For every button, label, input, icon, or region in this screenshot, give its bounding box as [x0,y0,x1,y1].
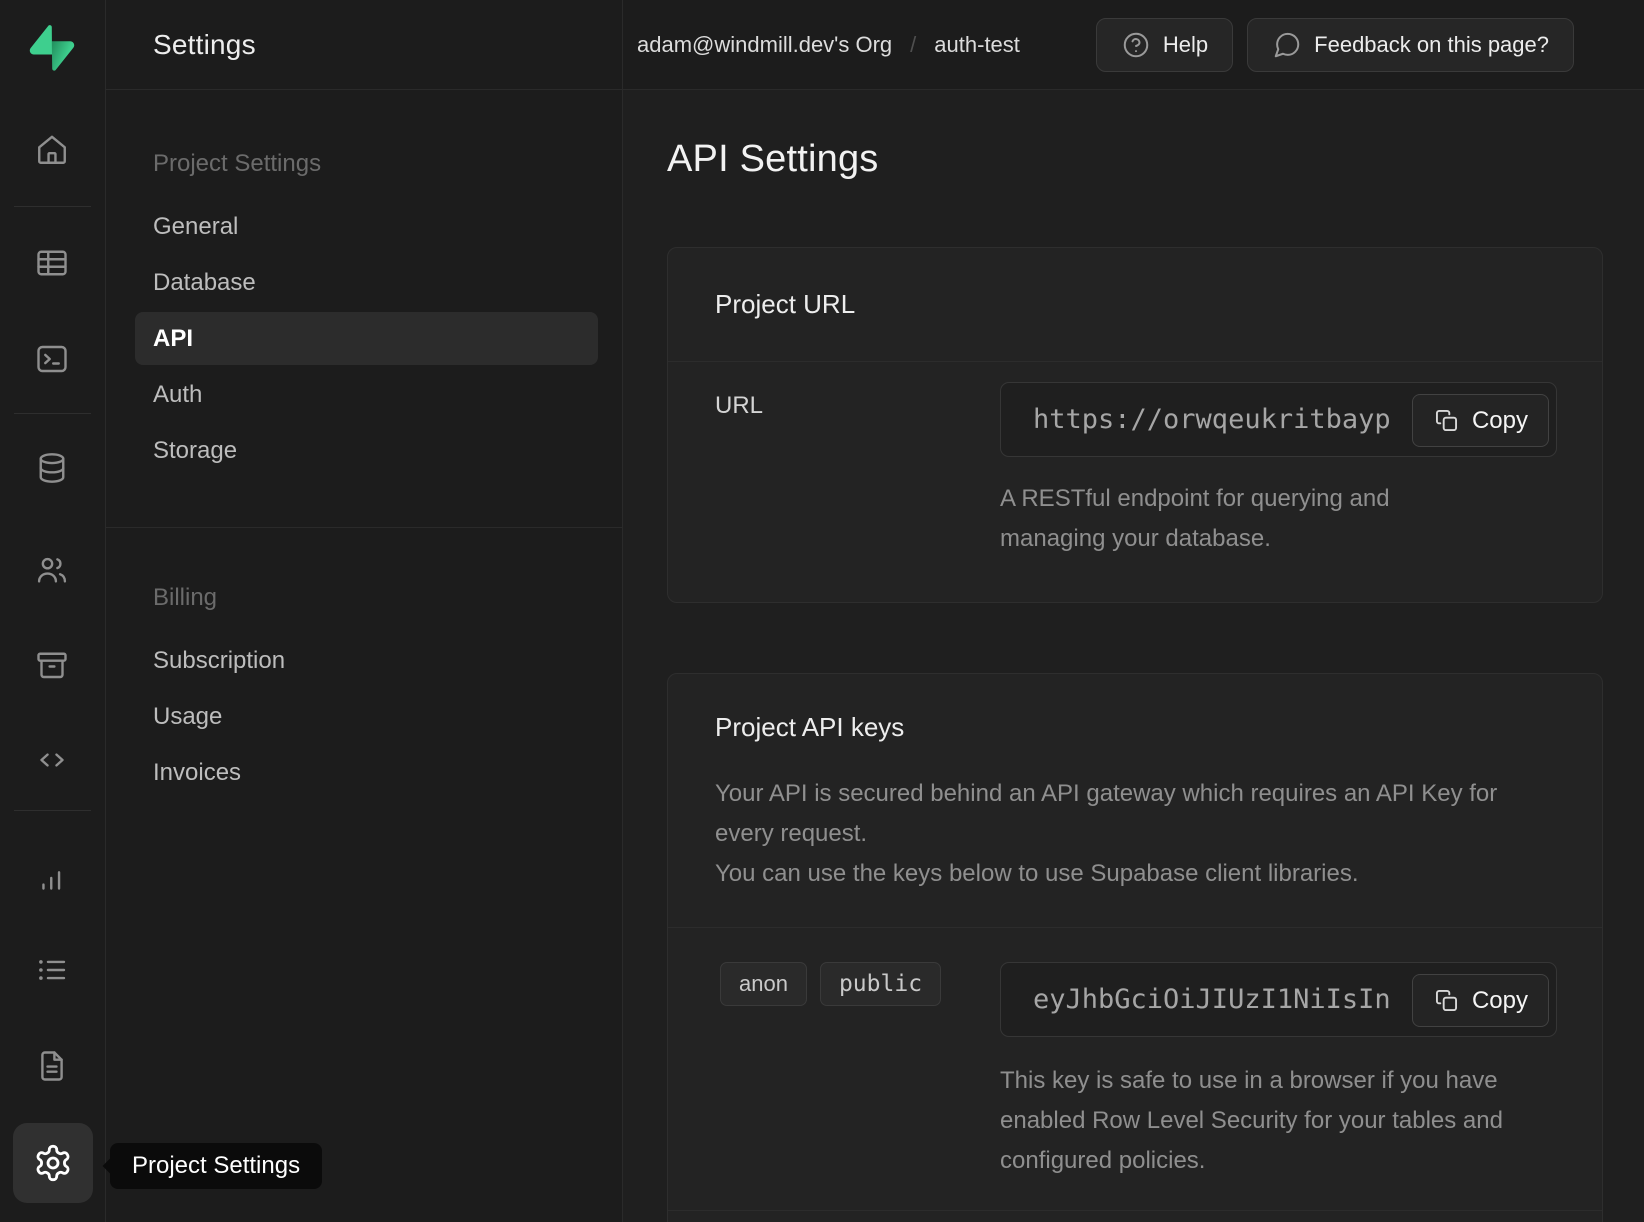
card-divider [668,927,1602,928]
copy-anon-key-button[interactable]: Copy [1412,974,1549,1027]
project-url-card-title: Project URL [715,289,855,320]
sidebar-divider [105,527,622,528]
project-url-description: A RESTful endpoint for querying and mana… [1000,479,1470,559]
anon-badge: anon [720,962,807,1006]
breadcrumb-separator: / [910,32,916,58]
sidebar-item-api[interactable]: API [135,312,598,365]
url-label: URL [715,392,763,420]
copy-url-label: Copy [1472,407,1528,435]
anon-key-description: This key is safe to use in a browser if … [1000,1061,1520,1181]
reports-icon[interactable] [34,860,70,896]
main-header: adam@windmill.dev's Org / auth-test Help [622,0,1644,90]
breadcrumb-org[interactable]: adam@windmill.dev's Org [637,32,892,58]
help-button[interactable]: Help [1096,18,1233,72]
sidebar-item-storage[interactable]: Storage [135,424,598,477]
anon-key-field[interactable]: eyJhbGciOiJIUzI1NiIsIn Copy [1000,962,1557,1037]
page-title: API Settings [667,138,879,181]
sidebar-item-usage[interactable]: Usage [135,690,598,743]
rail-divider [14,413,91,414]
copy-url-button[interactable]: Copy [1412,394,1549,447]
api-keys-card-title: Project API keys [715,712,904,743]
sidebar-item-subscription[interactable]: Subscription [135,634,598,687]
icon-rail [0,0,106,1222]
help-circle-icon [1121,30,1151,60]
anon-key-value: eyJhbGciOiJIUzI1NiIsIn [1033,984,1391,1015]
project-settings-tooltip: Project Settings [110,1143,322,1189]
copy-icon [1433,987,1460,1014]
public-badge: public [820,962,941,1006]
settings-gear-icon [33,1143,73,1183]
database-icon[interactable] [34,450,70,486]
api-keys-card: Project API keys Your API is secured beh… [667,673,1603,1222]
rail-divider [14,810,91,811]
supabase-dashboard: Settings Project Settings General Databa… [0,0,1644,1222]
rail-divider [14,206,91,207]
storage-icon[interactable] [34,647,70,683]
nav-heading-project-settings: Project Settings [153,150,321,178]
sidebar-item-invoices[interactable]: Invoices [135,746,598,799]
sidebar-item-auth[interactable]: Auth [135,368,598,421]
settings-sidebar: Settings Project Settings General Databa… [105,0,623,1222]
edge-functions-icon[interactable] [34,742,70,778]
header-buttons: Help Feedback on this page? [1096,18,1574,72]
project-settings-nav-active[interactable] [13,1123,93,1203]
api-keys-card-description: Your API is secured behind an API gatewa… [715,774,1515,894]
api-settings-content: API Settings Project URL URL https://orw… [622,90,1644,1222]
key-badges: anon public [720,962,941,1006]
copy-icon [1433,407,1460,434]
logs-icon[interactable] [34,952,70,988]
table-editor-icon[interactable] [34,245,70,281]
card-divider [668,1210,1602,1211]
breadcrumb-project[interactable]: auth-test [934,32,1020,58]
supabase-logo[interactable] [29,25,75,71]
breadcrumb: adam@windmill.dev's Org / auth-test [637,32,1020,58]
copy-anon-key-label: Copy [1472,987,1528,1015]
nav-heading-billing: Billing [153,584,217,612]
sql-editor-icon[interactable] [34,341,70,377]
sidebar-item-general[interactable]: General [135,200,598,253]
project-url-value: https://orwqeukritbayp [1033,404,1391,435]
sidebar-header: Settings [105,0,622,90]
docs-icon[interactable] [34,1048,70,1084]
auth-users-icon[interactable] [34,552,70,588]
feedback-button[interactable]: Feedback on this page? [1247,18,1574,72]
sidebar-item-database[interactable]: Database [135,256,598,309]
project-url-card-header: Project URL [668,248,1602,362]
help-button-label: Help [1163,32,1208,58]
feedback-button-label: Feedback on this page? [1314,32,1549,58]
project-url-field[interactable]: https://orwqeukritbayp Copy [1000,382,1557,457]
api-keys-description-line1: Your API is secured behind an API gatewa… [715,774,1515,854]
project-url-card: Project URL URL https://orwqeukritbayp C… [667,247,1603,603]
home-icon[interactable] [34,132,70,168]
sidebar-title: Settings [153,29,256,61]
chat-bubble-icon [1272,30,1302,60]
api-keys-description-line2: You can use the keys below to use Supaba… [715,854,1515,894]
main-area: adam@windmill.dev's Org / auth-test Help [622,0,1644,1222]
